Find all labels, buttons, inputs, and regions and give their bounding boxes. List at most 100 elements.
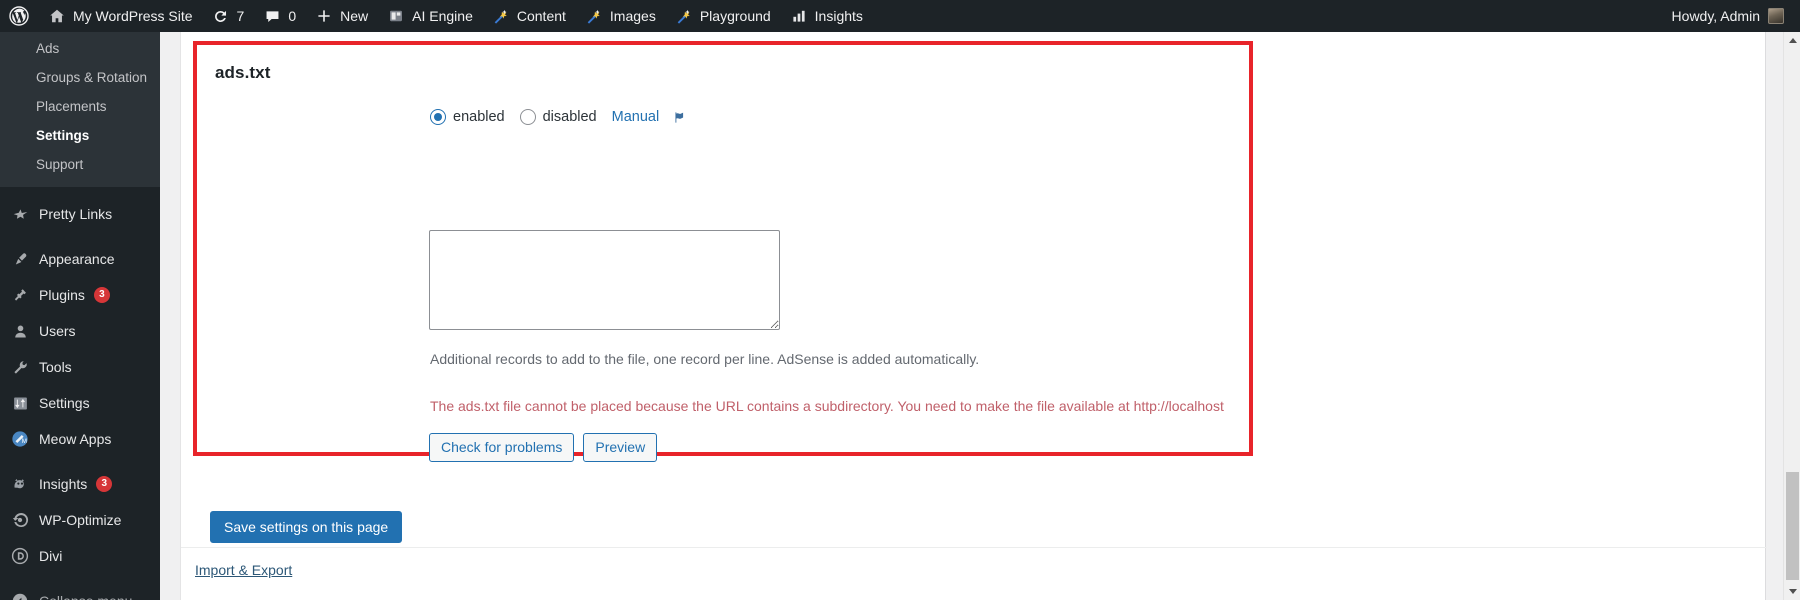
plugins-update-count: 3: [94, 287, 110, 303]
wordpress-logo-icon: [9, 6, 29, 26]
ads-txt-mode-row: enabled disabled Manual: [430, 109, 687, 125]
comments-icon: [262, 6, 282, 26]
images-label: Images: [610, 0, 656, 32]
ai-engine-icon: [386, 6, 406, 26]
insights-label: Insights: [815, 0, 863, 32]
wp-optimize-icon: [10, 510, 30, 530]
sidebar-item-ads[interactable]: Ads: [0, 34, 160, 63]
insights-icon: [10, 474, 30, 494]
sidebar-item-placements[interactable]: Placements: [0, 92, 160, 121]
ai-engine-menu[interactable]: AI Engine: [377, 0, 482, 32]
plugins-plug-icon: [10, 285, 30, 305]
preview-button[interactable]: Preview: [583, 433, 657, 462]
sidebar-item-pretty-links[interactable]: Pretty Links: [0, 196, 160, 232]
section-divider: [181, 547, 1767, 548]
sidebar-label: Pretty Links: [39, 204, 112, 224]
magic-wand-icon: [584, 6, 604, 26]
new-label: New: [340, 0, 368, 32]
chevron-down-icon: [1789, 589, 1797, 594]
sidebar-item-wp-optimize[interactable]: WP-Optimize: [0, 502, 160, 538]
scroll-up-button[interactable]: [1784, 32, 1800, 49]
error-message-text: The ads.txt file cannot be placed becaus…: [430, 398, 1134, 414]
check-for-problems-button[interactable]: Check for problems: [429, 433, 574, 462]
content-label: Content: [517, 0, 566, 32]
ads-txt-error-message: The ads.txt file cannot be placed becaus…: [430, 398, 1224, 414]
collapse-menu-label: Collapse menu: [39, 591, 132, 600]
chevron-left-circle-icon: [10, 591, 30, 600]
menu-separator: [0, 457, 160, 466]
sidebar-label: Plugins: [39, 285, 85, 305]
sidebar-item-groups-rotation[interactable]: Groups & Rotation: [0, 63, 160, 92]
bar-chart-icon: [789, 6, 809, 26]
pretty-links-icon: [10, 204, 30, 224]
updates-icon: [211, 6, 231, 26]
sidebar-item-settings[interactable]: Settings: [0, 385, 160, 421]
howdy-label: Howdy, Admin: [1672, 8, 1760, 24]
new-content-menu[interactable]: New: [305, 0, 377, 32]
site-name-menu[interactable]: My WordPress Site: [38, 0, 202, 32]
save-settings-button[interactable]: Save settings on this page: [210, 511, 402, 543]
insights-menu[interactable]: Insights: [780, 0, 872, 32]
content-menu[interactable]: Content: [482, 0, 575, 32]
avatar: [1768, 8, 1784, 24]
disabled-radio[interactable]: [520, 109, 536, 125]
sidebar-item-settings-ads[interactable]: Settings: [0, 121, 160, 150]
menu-separator: [0, 574, 160, 583]
sidebar-item-plugins[interactable]: Plugins 3: [0, 277, 160, 313]
sidebar-item-appearance[interactable]: Appearance: [0, 241, 160, 277]
ads-txt-actions: Check for problems Preview: [429, 433, 657, 462]
images-menu[interactable]: Images: [575, 0, 665, 32]
home-icon: [47, 6, 67, 26]
admin-sidebar: Ads Groups & Rotation Placements Setting…: [0, 32, 160, 600]
sidebar-label: Tools: [39, 357, 72, 377]
insights-count: 3: [96, 476, 112, 492]
users-icon: [10, 321, 30, 341]
menu-separator: [0, 232, 160, 241]
magic-wand-icon: [674, 6, 694, 26]
localhost-link[interactable]: http://localhost: [1134, 398, 1224, 414]
account-menu[interactable]: Howdy, Admin: [1672, 8, 1800, 24]
updates-count: 7: [237, 0, 245, 32]
sidebar-label: Meow Apps: [39, 429, 111, 449]
screen: My WordPress Site 7 0 New AI Engine: [0, 0, 1800, 600]
vertical-scrollbar[interactable]: [1783, 32, 1800, 600]
additional-records-textarea[interactable]: [429, 230, 780, 330]
sidebar-item-support[interactable]: Support: [0, 150, 160, 179]
sidebar-label: Users: [39, 321, 76, 341]
sidebar-item-meow-apps[interactable]: M Meow Apps: [0, 421, 160, 457]
import-export-link[interactable]: Import & Export: [195, 562, 292, 578]
sidebar-label: Appearance: [39, 249, 115, 269]
sidebar-item-users[interactable]: Users: [0, 313, 160, 349]
sidebar-item-tools[interactable]: Tools: [0, 349, 160, 385]
sidebar-item-divi[interactable]: Divi: [0, 538, 160, 574]
page-title: ads.txt: [215, 63, 271, 83]
site-name-label: My WordPress Site: [73, 0, 193, 32]
enabled-radio[interactable]: [430, 109, 446, 125]
scrollbar-thumb[interactable]: [1786, 472, 1799, 580]
scroll-down-button[interactable]: [1784, 583, 1800, 600]
wp-logo-menu[interactable]: [0, 0, 38, 32]
comments-menu[interactable]: 0: [253, 0, 305, 32]
menu-separator: [0, 187, 160, 196]
playground-menu[interactable]: Playground: [665, 0, 780, 32]
content-area: ads.txt enabled disabled Manual Addition…: [160, 32, 1800, 600]
magic-wand-icon: [491, 6, 511, 26]
manual-link[interactable]: Manual: [612, 109, 660, 125]
chevron-up-icon: [1789, 38, 1797, 43]
collapse-menu-button[interactable]: Collapse menu: [0, 583, 160, 600]
sidebar-label: WP-Optimize: [39, 510, 121, 530]
updates-menu[interactable]: 7: [202, 0, 254, 32]
flag-icon: [672, 110, 687, 125]
admin-bar: My WordPress Site 7 0 New AI Engine: [0, 0, 1800, 32]
comments-count: 0: [288, 0, 296, 32]
meow-apps-icon: M: [10, 429, 30, 449]
ads-txt-highlight-box: ads.txt enabled disabled Manual Addition…: [193, 41, 1253, 456]
settings-sliders-icon: [10, 393, 30, 413]
sidebar-label: Divi: [39, 546, 62, 566]
ai-engine-label: AI Engine: [412, 0, 473, 32]
sidebar-label: Insights: [39, 474, 87, 494]
svg-text:M: M: [22, 438, 27, 445]
sidebar-label: Settings: [39, 393, 90, 413]
plus-icon: [314, 6, 334, 26]
sidebar-item-insights[interactable]: Insights 3: [0, 466, 160, 502]
